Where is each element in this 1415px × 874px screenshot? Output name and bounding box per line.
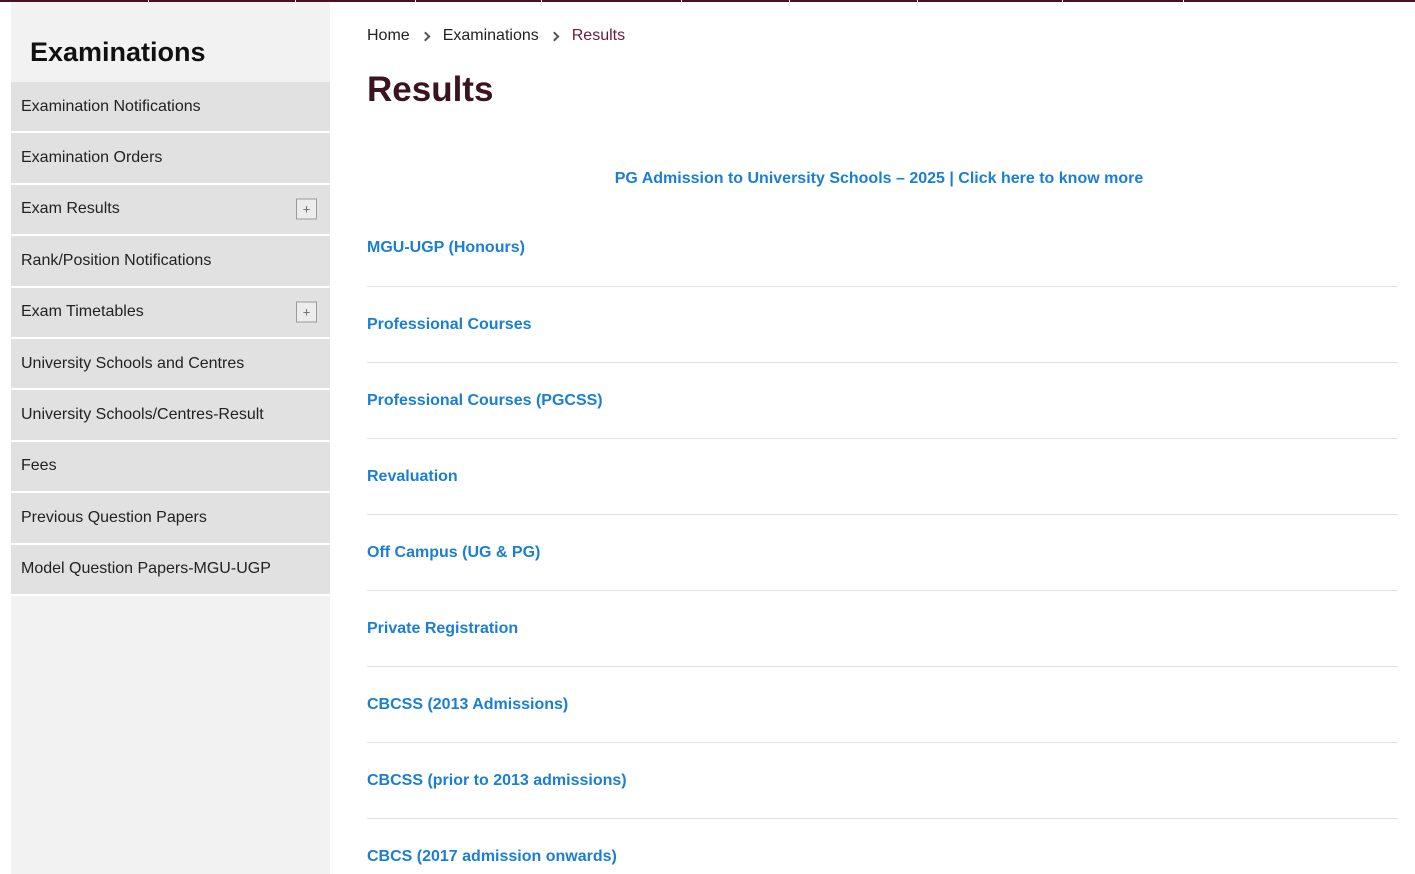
breadcrumb-home-link[interactable]: Home	[367, 27, 410, 45]
result-link[interactable]: Off Campus (UG & PG)	[367, 544, 540, 562]
top-bar-divider	[415, 0, 416, 2]
list-item: Off Campus (UG & PG)	[367, 515, 1398, 591]
result-link[interactable]: Private Registration	[367, 620, 518, 638]
expand-plus-icon[interactable]: +	[296, 198, 317, 220]
result-link[interactable]: Professional Courses	[367, 316, 532, 334]
sidebar-item-label[interactable]: Fees	[21, 457, 57, 475]
sidebar-item-label[interactable]: Previous Question Papers	[21, 509, 207, 527]
list-item: CBCSS (2013 Admissions)	[367, 667, 1398, 743]
list-item: Professional Courses	[367, 287, 1398, 363]
sidebar-item-rank-position-notifications[interactable]: Rank/Position Notifications	[11, 236, 330, 288]
sidebar-item-label[interactable]: Exam Timetables	[21, 303, 144, 321]
sidebar-item-label[interactable]: University Schools/Centres-Result	[21, 406, 264, 424]
sidebar-item-label[interactable]: University Schools and Centres	[21, 355, 244, 373]
sidebar-item-examination-notifications[interactable]: Examination Notifications	[11, 82, 330, 134]
result-link[interactable]: MGU-UGP (Honours)	[367, 239, 525, 257]
sidebar-item-model-question-papers[interactable]: Model Question Papers-MGU-UGP	[11, 544, 330, 596]
list-item: CBCSS (prior to 2013 admissions)	[367, 743, 1398, 819]
result-link[interactable]: Revaluation	[367, 468, 458, 486]
top-bar-divider	[917, 0, 918, 2]
chevron-right-icon	[420, 31, 431, 41]
sidebar-item-university-schools-centres-result[interactable]: University Schools/Centres-Result	[11, 390, 330, 442]
top-bar-divider	[789, 0, 790, 2]
sidebar-item-label[interactable]: Examination Orders	[21, 149, 162, 167]
breadcrumb-examinations-link[interactable]: Examinations	[443, 27, 539, 45]
list-item: MGU-UGP (Honours)	[367, 210, 1398, 287]
top-bar-divider	[1183, 0, 1184, 2]
sidebar: Examinations Examination Notifications E…	[11, 2, 330, 874]
sidebar-item-exam-timetables[interactable]: Exam Timetables +	[11, 287, 330, 339]
pg-admission-banner-link[interactable]: PG Admission to University Schools – 202…	[367, 170, 1391, 188]
list-item: Revaluation	[367, 439, 1398, 515]
sidebar-item-exam-results[interactable]: Exam Results +	[11, 184, 330, 237]
expand-plus-icon[interactable]: +	[296, 301, 317, 323]
result-link[interactable]: Professional Courses (PGCSS)	[367, 392, 603, 410]
top-bar-divider	[541, 0, 542, 2]
sidebar-item-label[interactable]: Exam Results	[21, 200, 120, 218]
page-title: Results	[367, 70, 494, 109]
result-link[interactable]: CBCSS (prior to 2013 admissions)	[367, 772, 627, 790]
sidebar-item-previous-question-papers[interactable]: Previous Question Papers	[11, 493, 330, 545]
result-link[interactable]: CBCSS (2013 Admissions)	[367, 696, 568, 714]
list-item: Professional Courses (PGCSS)	[367, 363, 1398, 439]
results-list: MGU-UGP (Honours) Professional Courses P…	[367, 210, 1398, 874]
sidebar-item-label[interactable]: Examination Notifications	[21, 98, 201, 116]
chevron-right-icon	[549, 31, 560, 41]
sidebar-title: Examinations	[30, 37, 206, 67]
result-link[interactable]: CBCS (2017 admission onwards)	[367, 848, 617, 866]
top-bar-divider	[1062, 0, 1063, 2]
sidebar-item-label[interactable]: Rank/Position Notifications	[21, 252, 211, 270]
sidebar-item-fees[interactable]: Fees	[11, 441, 330, 494]
sidebar-item-examination-orders[interactable]: Examination Orders	[11, 133, 330, 185]
breadcrumb-current: Results	[571, 27, 626, 44]
top-bar-divider	[681, 0, 682, 2]
list-item: Private Registration	[367, 591, 1398, 667]
list-item: CBCS (2017 admission onwards)	[367, 819, 1398, 874]
sidebar-item-university-schools-centres[interactable]: University Schools and Centres	[11, 338, 330, 391]
breadcrumb: Home Examinations Results	[367, 27, 625, 45]
sidebar-item-label[interactable]: Model Question Papers-MGU-UGP	[21, 560, 271, 578]
sidebar-menu: Examination Notifications Examination Or…	[11, 82, 330, 596]
